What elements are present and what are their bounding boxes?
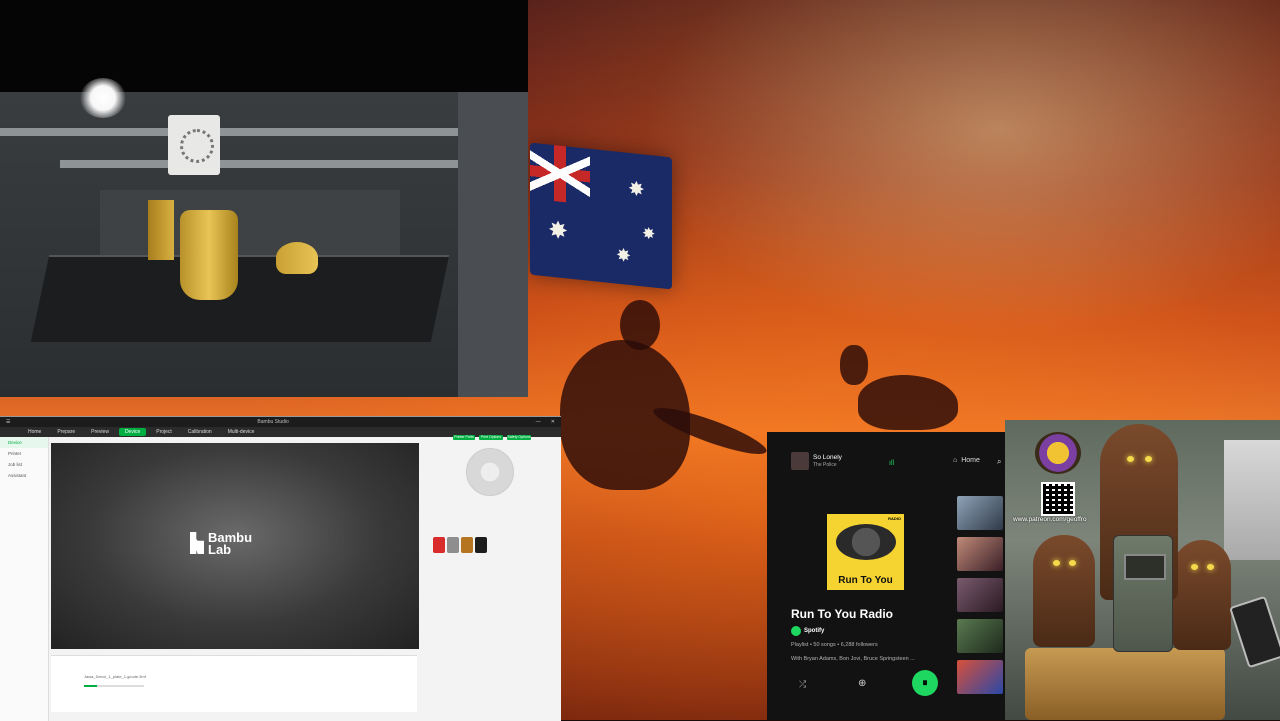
glowing-eye bbox=[1207, 564, 1214, 570]
job-file-name: Jawa_Decor_1_plate_1.gcode.3mf bbox=[84, 674, 146, 679]
printed-part bbox=[180, 210, 238, 300]
glowing-eye bbox=[1145, 456, 1152, 462]
kangaroo-head bbox=[840, 345, 868, 385]
union-jack bbox=[530, 142, 590, 205]
glowing-eye bbox=[1053, 560, 1060, 566]
equalizer-icon: ıll bbox=[889, 460, 895, 467]
bambu-logo-text: Bambu Lab bbox=[208, 530, 253, 557]
playlist-title: Run To You Radio bbox=[791, 607, 893, 621]
jog-control[interactable] bbox=[466, 448, 514, 496]
spotify-window: So Lonely The Police ıll ⌂ Home ⌕ RADIO … bbox=[767, 432, 1005, 720]
owner-name: Spotify bbox=[804, 628, 825, 634]
spotify-logo-icon bbox=[791, 626, 801, 636]
print-options-button[interactable]: Print Options bbox=[479, 435, 503, 440]
playlist-owner[interactable]: Spotify bbox=[791, 626, 824, 636]
thumbnail[interactable] bbox=[957, 660, 1003, 694]
thumbnail[interactable] bbox=[957, 619, 1003, 653]
gantry-rail bbox=[0, 128, 528, 136]
device-sidebar: Device Printer Job list Assistant bbox=[0, 437, 49, 721]
printer-machine bbox=[1224, 440, 1280, 560]
playlist-cover[interactable]: RADIO Run To You bbox=[827, 514, 904, 590]
printed-part bbox=[276, 242, 318, 274]
glowing-eye bbox=[1069, 560, 1076, 566]
bambu-lab-logo: Bambu Lab bbox=[190, 530, 268, 557]
print-bed bbox=[30, 255, 450, 342]
nav-home[interactable]: ⌂ Home bbox=[953, 457, 980, 464]
sidebar-item-job-list[interactable]: Job list bbox=[0, 459, 48, 470]
phone bbox=[1229, 595, 1280, 669]
add-to-library-icon[interactable]: ⊕ bbox=[858, 678, 866, 689]
ams-slot-red[interactable] bbox=[433, 537, 445, 553]
glowing-eye bbox=[1191, 564, 1198, 570]
search-icon[interactable]: ⌕ bbox=[997, 457, 1001, 467]
star-icon: ✸ bbox=[642, 225, 656, 244]
tab-device[interactable]: Device bbox=[118, 428, 147, 436]
main-tabs: Home Prepare Preview Device Project Cali… bbox=[0, 427, 561, 437]
artist-photos bbox=[836, 524, 896, 560]
gantry-rail bbox=[60, 160, 460, 168]
home-icon: ⌂ bbox=[953, 457, 958, 464]
shuffle-icon[interactable]: ⤮ bbox=[799, 679, 806, 690]
now-playing-art bbox=[791, 452, 809, 470]
now-playing-song: So Lonely bbox=[813, 454, 842, 461]
thumbnail[interactable] bbox=[957, 537, 1003, 571]
print-progress-bar bbox=[84, 685, 144, 687]
diorama-base bbox=[1025, 648, 1225, 720]
tab-prepare[interactable]: Prepare bbox=[51, 428, 81, 436]
related-thumbnails bbox=[957, 496, 1005, 701]
webcam-feed: www.patreon.com/geoffro bbox=[1005, 420, 1280, 720]
sidebar-item-printer[interactable]: Printer bbox=[0, 448, 48, 459]
star-icon: ✸ bbox=[548, 216, 569, 246]
qr-code bbox=[1041, 482, 1075, 516]
chamber-light bbox=[80, 78, 126, 118]
toolhead bbox=[168, 115, 220, 175]
ams-slot-black[interactable] bbox=[475, 537, 487, 553]
jawa-figure bbox=[1173, 540, 1231, 650]
thumbnail[interactable] bbox=[957, 496, 1003, 530]
sidebar-item-assistant[interactable]: Assistant bbox=[0, 470, 48, 481]
channel-logo bbox=[1035, 432, 1081, 474]
nav-home-label: Home bbox=[961, 457, 980, 464]
now-playing[interactable]: So Lonely The Police bbox=[791, 452, 842, 470]
australian-flag: ✸ ✸ ✸ ✸ bbox=[530, 142, 672, 290]
close-icon[interactable]: ✕ bbox=[551, 419, 555, 425]
print-job-panel bbox=[51, 655, 417, 712]
tab-home[interactable]: Home bbox=[22, 428, 47, 436]
tab-preview[interactable]: Preview bbox=[85, 428, 115, 436]
tab-calibration[interactable]: Calibration bbox=[182, 428, 218, 436]
ams-slots bbox=[433, 537, 487, 553]
star-icon: ✸ bbox=[616, 244, 632, 267]
patreon-url: www.patreon.com/geoffro bbox=[1013, 516, 1087, 523]
printer-parts-button[interactable]: Printer Parts bbox=[453, 435, 475, 440]
glowing-eye bbox=[1127, 456, 1134, 462]
sidebar-item-device[interactable]: Device bbox=[0, 437, 48, 448]
window-menu-icon[interactable]: ☰ bbox=[6, 419, 10, 425]
playlist-meta: Playlist • 50 songs • 6,288 followers bbox=[791, 642, 878, 648]
tab-multi-device[interactable]: Multi-device bbox=[222, 428, 261, 436]
jawa-figure bbox=[1033, 535, 1095, 647]
tab-project[interactable]: Project bbox=[150, 428, 178, 436]
safety-options-button[interactable]: Safety Options bbox=[507, 435, 531, 440]
ams-slot-brown[interactable] bbox=[461, 537, 473, 553]
kangaroo-head bbox=[620, 300, 660, 350]
gonk-droid bbox=[1113, 535, 1173, 652]
printer-camera-feed bbox=[0, 0, 528, 397]
bambu-mark-icon bbox=[190, 532, 204, 554]
radio-badge: RADIO bbox=[888, 516, 901, 521]
printed-part bbox=[148, 200, 174, 260]
window-title: Bambu Studio bbox=[257, 419, 289, 425]
now-playing-artist: The Police bbox=[813, 462, 837, 468]
title-bar: ☰ Bambu Studio — ✕ bbox=[0, 417, 561, 427]
chamber-side bbox=[458, 92, 528, 397]
thumbnail[interactable] bbox=[957, 578, 1003, 612]
pause-button[interactable]: ⏸ bbox=[912, 670, 938, 696]
progress-fill bbox=[84, 685, 98, 687]
minimize-icon[interactable]: — bbox=[536, 419, 541, 425]
star-icon: ✸ bbox=[628, 177, 645, 202]
playlist-artists: With Bryan Adams, Bon Jovi, Bruce Spring… bbox=[791, 656, 915, 662]
ams-slot-grey[interactable] bbox=[447, 537, 459, 553]
cover-title: Run To You bbox=[838, 575, 893, 586]
